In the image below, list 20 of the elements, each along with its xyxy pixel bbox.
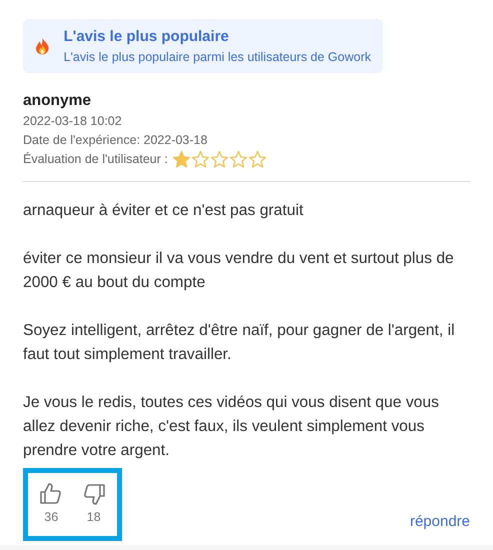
star-icon (248, 150, 267, 169)
review-paragraph: éviter ce monsieur il va vous vendre du vent et surtout plus de 2000 € au bout du compte (23, 249, 455, 293)
posted-date: 2022-03-18 10:02 (23, 113, 123, 130)
rating-label: Évaluation de l'utilisateur : (23, 151, 168, 168)
like-button[interactable]: 36 (39, 482, 64, 527)
experience-date: Date de l'expérience: 2022-03-18 (23, 132, 208, 149)
thumbs-down-icon (82, 482, 106, 506)
star-icon (172, 150, 191, 169)
star-icon (190, 150, 210, 169)
dislike-button[interactable]: 18 (82, 482, 106, 527)
author-name: anonyme (23, 91, 92, 111)
review-paragraph: Soyez intelligent, arrêtez d'être naïf, pour gagner de l'argent, il faut tout simplement travailler. (23, 321, 456, 365)
banner-title: L'avis le plus populaire (64, 28, 230, 46)
banner-subtitle: L'avis le plus populaire parmi les utilisateurs de Gowork (64, 48, 371, 64)
star-icon (210, 150, 229, 169)
review-paragraph: Je vous le redis, toutes ces vidéos qui vous disent que vous allez devenir riche, c'est faux, ils veulent simplement vous prendre votre argent. (23, 393, 440, 461)
thumbs-up-icon (39, 482, 64, 506)
review-paragraph: arnaqueur à éviter et ce n'est pas gratuit (23, 201, 304, 221)
star-icon (228, 150, 248, 169)
reply-link[interactable]: répondre (410, 510, 470, 533)
